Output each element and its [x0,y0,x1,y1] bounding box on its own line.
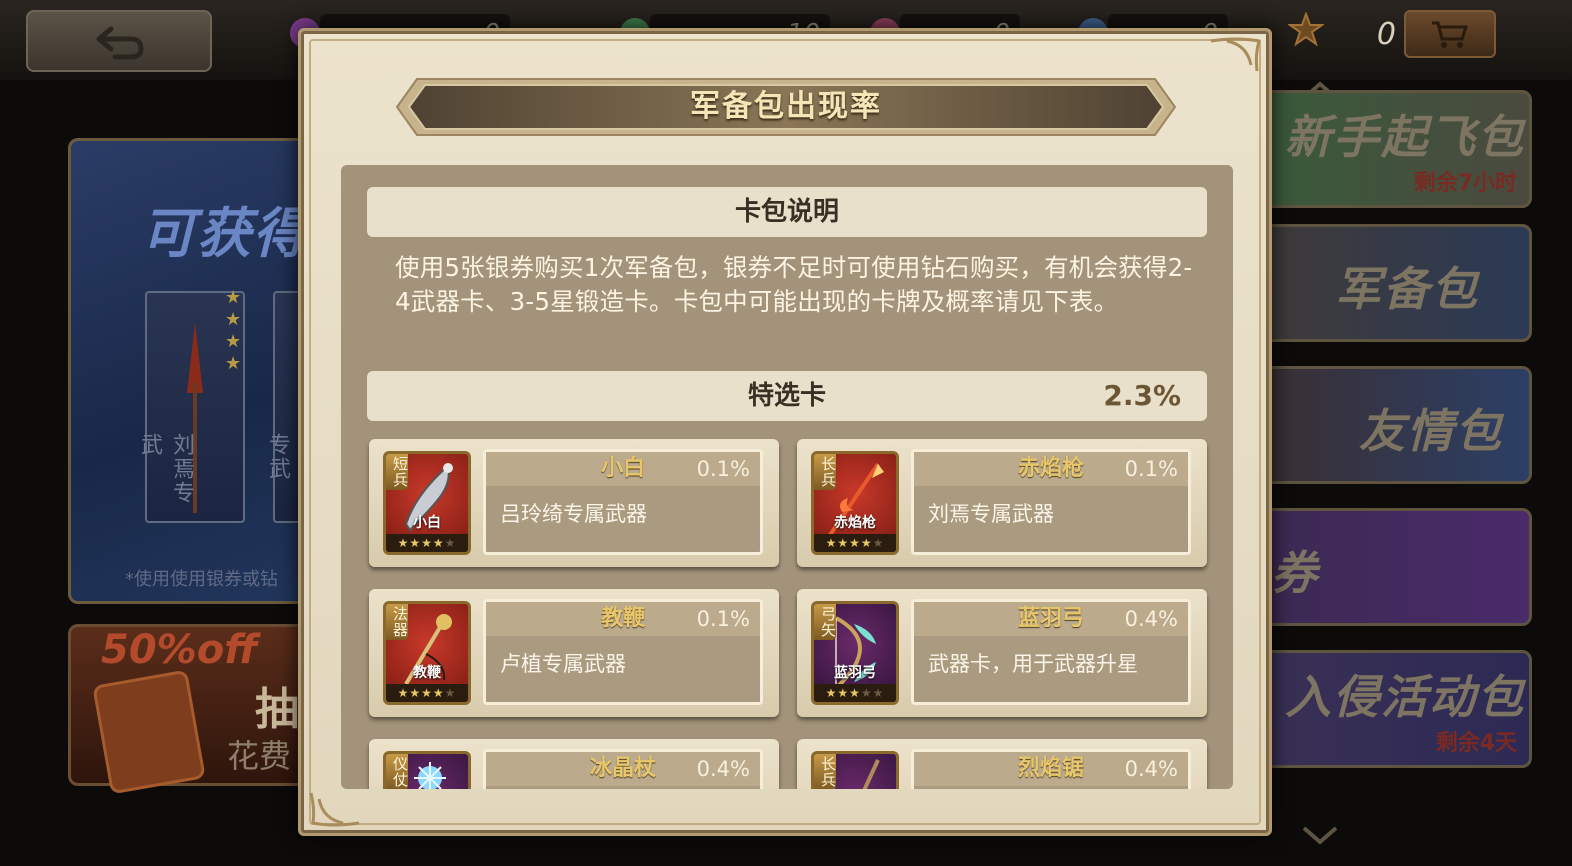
weapon-icon: 长兵 赤焰枪 ★★★★★ [811,451,899,555]
card-item[interactable]: 长兵 赤焰枪 ★★★★★ 赤焰枪 0.1% 刘焉专属武器 [797,439,1207,567]
reward-card-1-name: 刘焉专武 [137,433,194,505]
cart-icon [1432,21,1469,48]
reward-panel-note: *使用使用银券或钻 [125,569,278,590]
weapon-icon: 弓矢 蓝羽弓 ★★★★★ [811,601,899,705]
pack-tab-newbie[interactable]: 新手起飞包 剩余7小时 [1262,90,1532,208]
card-desc: 刘焉专属武器 [928,502,1054,526]
star-rating: ★★★★★ [814,534,896,552]
star-rating: ★★★★★ [814,684,896,702]
weapon-icon-name: 蓝羽弓 [834,665,876,681]
weapon-class-tag: 弓矢 [814,604,837,640]
pack-tab-remain: 剩余4天 [1435,731,1517,756]
card-desc: 卢植专属武器 [500,652,626,676]
star-rating: ★★★★★ [386,684,468,702]
drop-rate-modal: 军备包出现率 卡包说明 使用5张银券购买1次军备包，银券不足时可使用钻石购买，有… [298,28,1272,836]
star-value: 0 [1376,16,1396,52]
card-item[interactable]: 短兵 小白 ★★★★★ 小白 0.1% 吕玲绮专属武器 [369,439,779,567]
card-info: 烈焰锯 0.4% [911,749,1191,789]
star-rating: ★★★★★ [386,534,468,552]
title-banner-text-wrap: 军备包出现率 [395,77,1177,137]
weapon-icon-name: 小白 [413,515,441,531]
card-item[interactable]: 长兵 烈焰锯 ★★★★★ 烈焰锯 0.4% [797,739,1207,789]
reward-stars: ★ ★ ★ ★ [225,287,242,374]
weapon-class-tag: 短兵 [386,454,409,490]
modal-content-scroll[interactable]: 卡包说明 使用5张银券购买1次军备包，银券不足时可使用钻石购买，有机会获得2-4… [341,165,1233,789]
card-item[interactable]: 仪仗 冰晶杖 ★★★★★ 冰晶杖 0.4% [369,739,779,789]
section-header-featured: 特选卡 2.3% [367,371,1207,421]
pack-tab-label: 新手起飞包 [1285,110,1525,164]
card-rate: 0.4% [1124,607,1178,631]
section-rate: 2.3% [1103,379,1181,412]
weapon-icon: 法器 教鞭 ★★★★★ [383,601,471,705]
card-rate: 0.1% [696,457,750,481]
weapon-icon: 仪仗 冰晶杖 ★★★★★ [383,751,471,789]
reward-preview-panel: 可获得 刘焉专武 ★★★★ 吕玲绮专武 *使用使用银券或钻 [68,138,373,604]
modal-title: 军备包出现率 [690,89,882,124]
card-rate: 0.4% [696,757,750,781]
weapon-class-tag: 长兵 [814,454,837,490]
card-desc: 吕玲绮专属武器 [500,502,647,526]
pack-tab-remain: 剩余7小时 [1413,171,1517,196]
card-info: 小白 0.1% 吕玲绮专属武器 [483,449,763,555]
pack-tab-ticket[interactable]: 券 [1262,508,1532,626]
pack-tab-label: 友情包 [1359,404,1503,458]
weapon-icon: 长兵 烈焰锯 ★★★★★ [811,751,899,789]
weapon-class-tag: 法器 [386,604,409,640]
promo-panel[interactable]: 50%off 抽 花费 [68,624,318,795]
section-header-description: 卡包说明 [367,187,1207,237]
weapon-icon: 短兵 小白 ★★★★★ [383,451,471,555]
weapon-class-tag: 仪仗 [386,754,409,789]
discount-badge: 50%off [101,627,258,673]
card-info: 赤焰枪 0.1% 刘焉专属武器 [911,449,1191,555]
pack-description: 使用5张银券购买1次军备包，银券不足时可使用钻石购买，有机会获得2-4武器卡、3… [395,253,1193,316]
back-button[interactable] [26,10,212,72]
pack-tab-military[interactable]: 军备包 [1262,224,1532,342]
corner-ornament-icon [309,792,360,827]
card-rate: 0.4% [1124,757,1178,781]
pack-tab-label: 入侵活动包 [1285,670,1525,724]
corner-ornament-icon [1210,37,1261,72]
weapon-class-tag: 长兵 [814,754,837,789]
draw-label: 抽 [255,684,299,735]
scroll-down-icon[interactable] [1302,826,1338,846]
card-desc: 武器卡，用于武器升星 [928,652,1138,676]
section-title: 特选卡 [747,381,826,411]
weapon-icon-name: 赤焰枪 [834,515,876,531]
card-pack-icon [92,669,206,795]
back-arrow-icon [96,26,144,60]
card-info: 蓝羽弓 0.4% 武器卡，用于武器升星 [911,599,1191,705]
pack-tab-friendship[interactable]: 友情包 [1262,366,1532,484]
card-rate: 0.1% [696,607,750,631]
shop-button[interactable] [1404,10,1496,58]
weapon-icon-name: 教鞭 [413,665,441,681]
card-info: 冰晶杖 0.4% [483,749,763,789]
card-item[interactable]: 法器 教鞭 ★★★★★ 教鞭 0.1% 卢植专属武器 [369,589,779,717]
section-title: 卡包说明 [734,197,839,227]
reward-panel-title: 可获得 [141,202,309,265]
star-icon [1288,12,1324,47]
card-item[interactable]: 弓矢 蓝羽弓 ★★★★★ 蓝羽弓 0.4% 武器卡，用于武器升星 [797,589,1207,717]
pack-tab-label: 军备包 [1335,262,1479,316]
card-rate: 0.1% [1124,457,1178,481]
pack-tab-invasion[interactable]: 入侵活动包 剩余4天 [1262,650,1532,768]
star-counter: 0 [1322,14,1406,54]
card-info: 教鞭 0.1% 卢植专属武器 [483,599,763,705]
cost-label: 花费 [227,737,292,775]
pack-tab-label: 券 [1271,546,1319,600]
